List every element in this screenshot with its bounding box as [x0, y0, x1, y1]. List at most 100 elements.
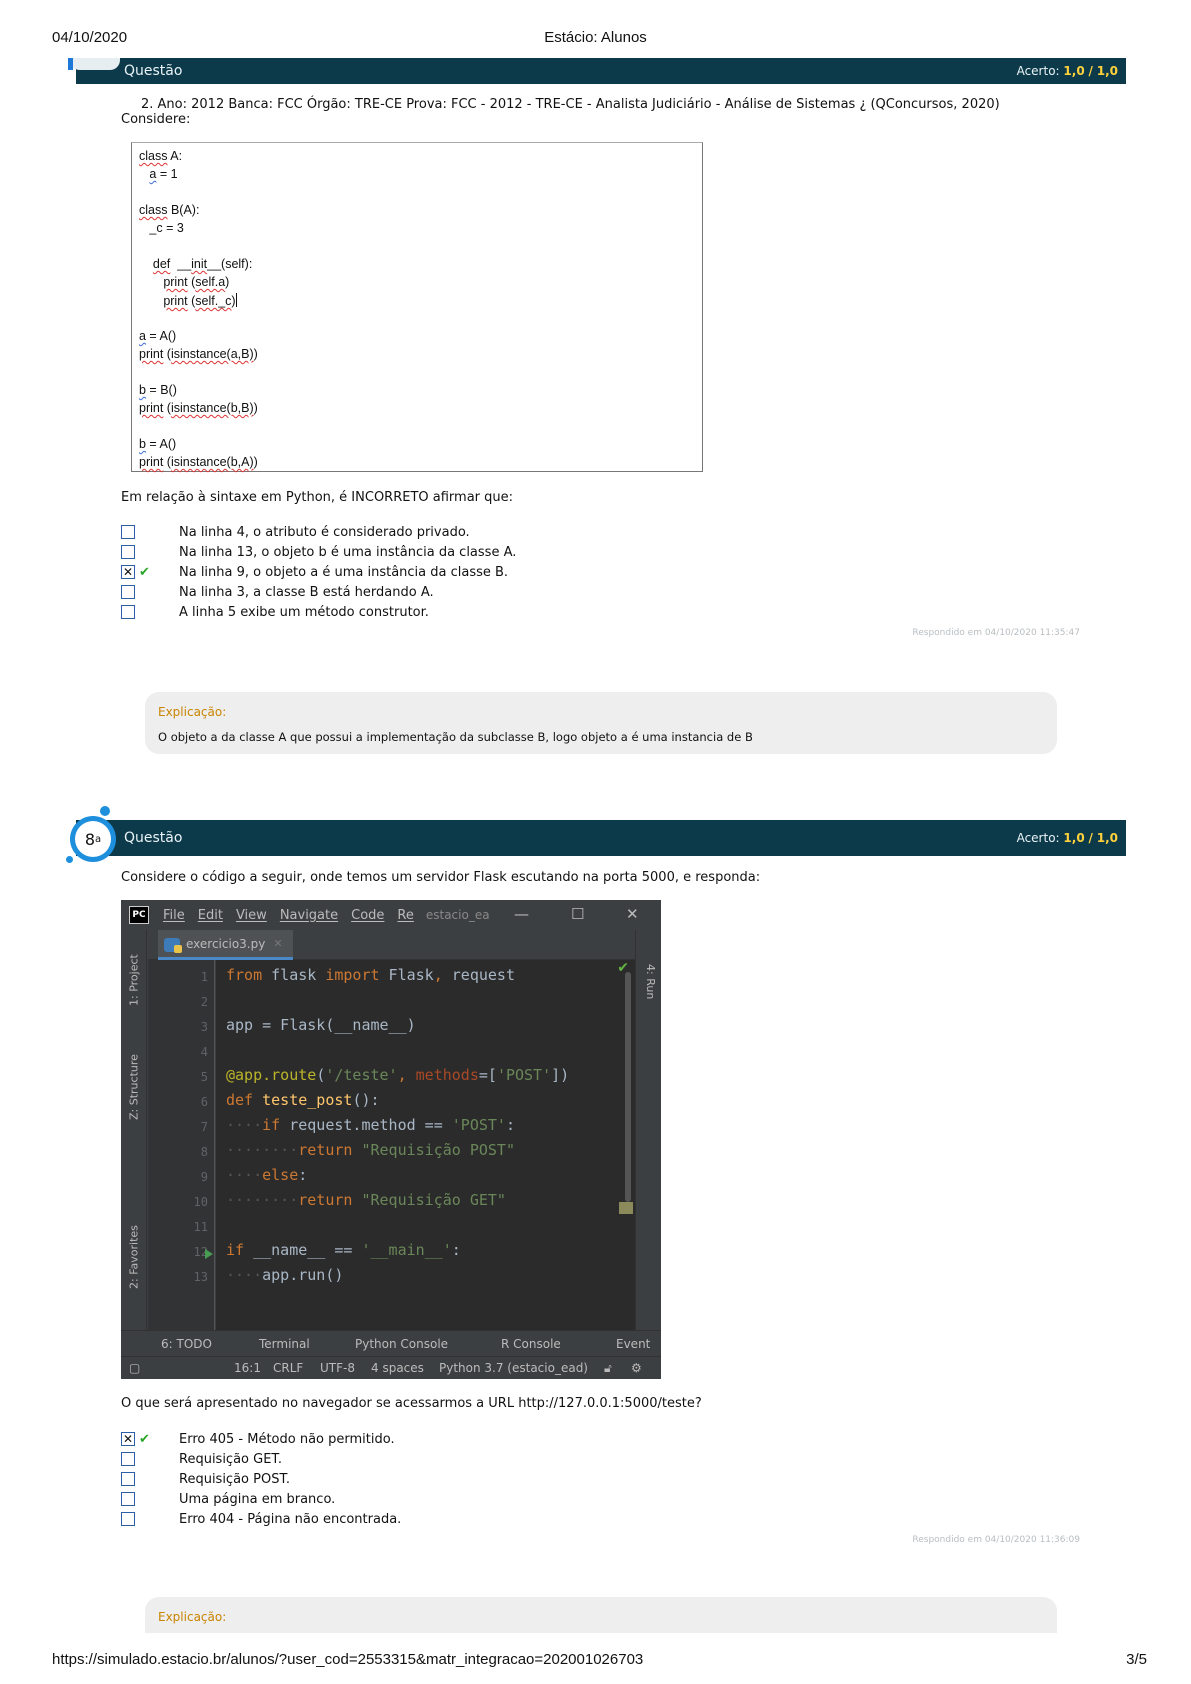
question-7-option-3[interactable]: ✕ ✔ Na linha 9, o objeto a é uma instânc… [121, 563, 508, 581]
question-7-badge-accent [68, 58, 73, 70]
code-line: ····else: [226, 1166, 308, 1184]
question-7-option-1[interactable]: Na linha 4, o atributo é considerado pri… [121, 523, 470, 541]
line-number: 4 [200, 1045, 208, 1059]
line-number: 9 [200, 1170, 208, 1184]
print-url: https://simulado.estacio.br/alunos/?user… [52, 1651, 644, 1668]
option-checkbox[interactable] [121, 585, 135, 599]
code-line: class B(A): [139, 203, 200, 217]
option-checkbox[interactable] [121, 1512, 135, 1526]
option-label: Erro 404 - Página não encontrada. [179, 1511, 402, 1527]
tool-tab-structure: Z: Structure [127, 1054, 141, 1120]
line-number: 2 [200, 995, 208, 1009]
lock-icon: 🔓︎ [604, 1361, 612, 1375]
option-label: Na linha 4, o atributo é considerado pri… [179, 524, 470, 540]
option-checkbox[interactable] [121, 1472, 135, 1486]
question-7-considere: Considere: [121, 112, 191, 127]
code-line: if __name__ == '__main__': [226, 1241, 461, 1259]
question-7-label: Questão [124, 63, 183, 79]
status-position: 16:1 [234, 1361, 261, 1375]
option-label: Na linha 3, a classe B está herdando A. [179, 584, 434, 600]
question-7-source: 2. Ano: 2012 Banca: FCC Órgão: TRE-CE Pr… [141, 97, 1000, 112]
code-line: from flask import Flask, request [226, 966, 515, 984]
question-7-answered-at: Respondido em 04/10/2020 11:35:47 [912, 628, 1080, 638]
code-line: class A: [139, 149, 183, 163]
option-checkbox[interactable] [121, 605, 135, 619]
ide-left-toolstrip: 1: Project Z: Structure 2: Favorites [121, 930, 147, 1330]
badge-decoration [66, 856, 73, 863]
run-gutter-icon [205, 1249, 213, 1259]
question-8-question: O que será apresentado no navegador se a… [121, 1396, 702, 1411]
editor-marker [619, 1202, 633, 1214]
editor-tab-file: exercicio3.py ✕ [158, 930, 293, 960]
option-checkbox-checked[interactable]: ✕ [121, 1432, 135, 1446]
option-checkbox[interactable] [121, 1492, 135, 1506]
menu-navigate: Navigate [279, 907, 339, 923]
question-7-option-5[interactable]: A linha 5 exibe um método construtor. [121, 603, 429, 621]
line-number: 6 [200, 1095, 208, 1109]
print-page-number: 3/5 [1126, 1651, 1147, 1668]
question-8-answered-at: Respondido em 04/10/2020 11:36:09 [912, 1535, 1080, 1545]
project-name: estacio_ea [425, 908, 490, 922]
line-number: 5 [200, 1070, 208, 1084]
line-number: 8 [200, 1145, 208, 1159]
code-line: b = A() [139, 437, 177, 451]
ide-code-editor: ✔ from flask import Flask, request app =… [216, 960, 635, 1330]
code-line: ········return "Requisição GET" [226, 1191, 506, 1209]
code-line: a = 1 [149, 167, 178, 181]
status-layout-icon: ▢ [129, 1361, 141, 1375]
maximize-icon: ☐ [571, 905, 585, 923]
pycharm-logo-icon: PC [129, 906, 149, 924]
option-label: Erro 405 - Método não permitido. [179, 1431, 395, 1447]
line-number: 11 [193, 1220, 208, 1234]
question-8-explanation: Explicação: [145, 1597, 1057, 1633]
code-line: print (self.a) [163, 275, 230, 289]
explanation-title: Explicação: [158, 705, 227, 719]
code-line: print (isinstance(b,B)) [139, 401, 258, 415]
code-line: def teste_post(): [226, 1091, 380, 1109]
correct-check-icon: ✔ [139, 564, 150, 580]
question-8-option-3[interactable]: Requisição POST. [121, 1470, 290, 1488]
tool-tab-terminal: Terminal [259, 1336, 310, 1351]
question-7-option-4[interactable]: Na linha 3, a classe B está herdando A. [121, 583, 434, 601]
code-line: def __init__(self): [152, 257, 253, 271]
correct-check-icon: ✔ [139, 1431, 150, 1447]
line-number: 10 [193, 1195, 208, 1209]
question-7-option-2[interactable]: Na linha 13, o objeto b é uma instância … [121, 543, 516, 561]
question-number-suffix: a [95, 833, 102, 845]
question-8-option-5[interactable]: Erro 404 - Página não encontrada. [121, 1510, 401, 1528]
question-8-label: Questão [124, 830, 183, 846]
tool-tab-favorites: 2: Favorites [127, 1225, 141, 1289]
menu-code: Code [351, 907, 385, 923]
tool-tab-event-log: Event [616, 1336, 651, 1351]
line-number: 7 [200, 1120, 208, 1134]
tool-tab-todo: 6: TODO [161, 1336, 212, 1351]
explanation-body: O objeto a da classe A que possui a impl… [158, 730, 753, 744]
status-indent: 4 spaces [371, 1361, 424, 1375]
menu-refactor: Re [397, 907, 414, 923]
code-line: _c = 3 [139, 221, 184, 235]
print-title: Estácio: Alunos [544, 29, 647, 46]
menu-edit: Edit [197, 907, 223, 923]
question-7-header-bar: Questão Acerto: 1,0 / 1,0 [68, 58, 1126, 84]
option-checkbox[interactable] [121, 525, 135, 539]
ide-titlebar: PC File Edit View Navigate Code Re estac… [121, 900, 661, 930]
option-label: Requisição POST. [179, 1471, 290, 1487]
question-8-option-4[interactable]: Uma página em branco. [121, 1490, 335, 1508]
code-line: app = Flask(__name__) [226, 1016, 416, 1034]
code-line: ········return "Requisição POST" [226, 1141, 515, 1159]
badge-decoration [100, 806, 110, 816]
option-checkbox[interactable] [121, 545, 135, 559]
code-line: b = B() [139, 383, 177, 397]
option-label: Na linha 9, o objeto a é uma instância d… [179, 564, 509, 580]
question-8-option-1[interactable]: ✕ ✔ Erro 405 - Método não permitido. [121, 1430, 395, 1448]
option-checkbox-checked[interactable]: ✕ [121, 565, 135, 579]
ide-status-bar: ▢ 16:1 CRLF UTF-8 4 spaces Python 3.7 (e… [121, 1356, 661, 1379]
option-checkbox[interactable] [121, 1452, 135, 1466]
question-8-header-bar: Questão Acerto: 1,0 / 1,0 [76, 820, 1126, 856]
question-8-option-2[interactable]: Requisição GET. [121, 1450, 282, 1468]
tool-tab-run: 4: Run [644, 964, 657, 1000]
